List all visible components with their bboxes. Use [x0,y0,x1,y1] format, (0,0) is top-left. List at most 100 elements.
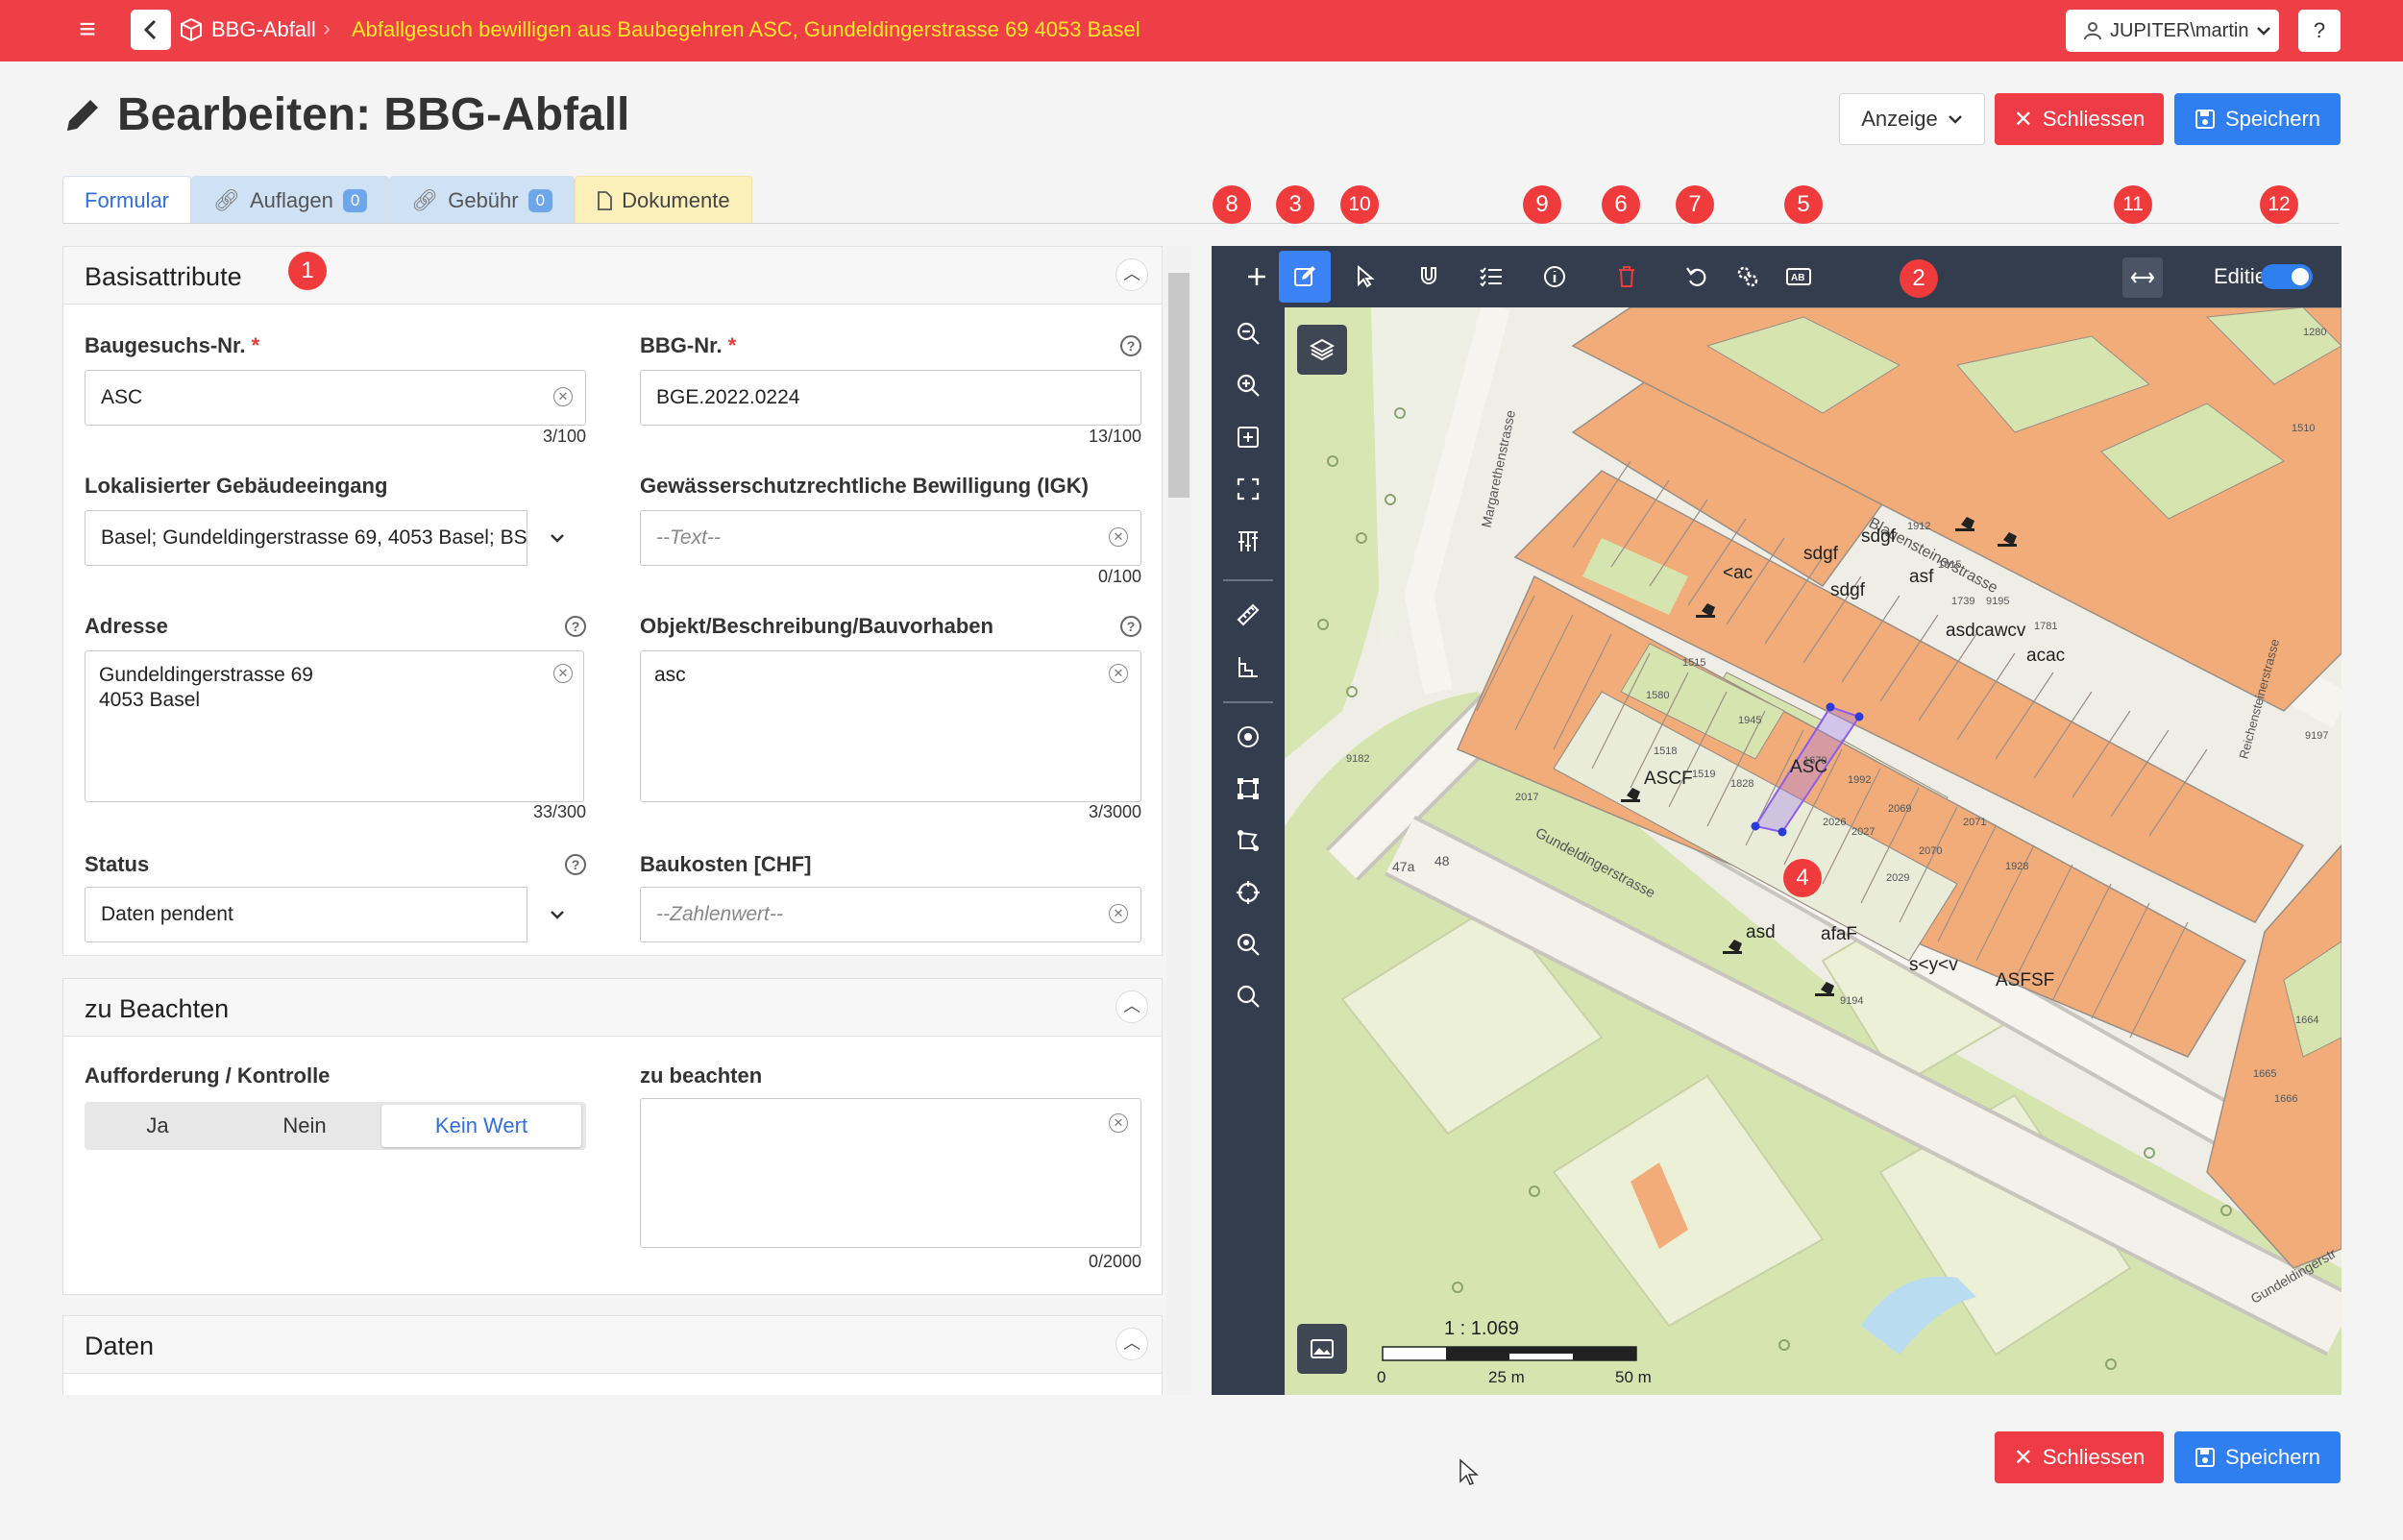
tab-gebuehr[interactable]: 🔗︎ Gebühr 0 [389,176,576,224]
clear-icon[interactable]: ✕ [1109,1113,1128,1133]
fullscreen-icon[interactable] [1222,463,1274,515]
zoom-search-icon[interactable] [1222,918,1274,970]
parcel-number: 1665 [2253,1068,2277,1080]
dropdown-button[interactable] [527,510,586,566]
app-name[interactable]: BBG-Abfall [211,17,316,42]
chevron-down-icon [1948,115,1962,124]
info-icon[interactable] [1529,251,1581,303]
tab-formular[interactable]: Formular [62,176,192,224]
collapse-chevron-icon[interactable]: ︿ [1116,1328,1148,1360]
zoom-in-icon[interactable] [1222,359,1274,411]
help-circle-icon[interactable]: ? [565,616,586,637]
document-icon [598,190,612,210]
snap-magnet-icon[interactable] [1403,251,1455,303]
draw-pencil-icon[interactable] [1279,251,1331,303]
parcel-number: 1515 [1682,657,1706,669]
objekt-textarea[interactable]: asc [640,650,1141,802]
gebaeude-label: Lokalisierter Gebäudeeingang [85,474,388,498]
svg-text:AB: AB [1791,273,1804,283]
user-icon [2084,22,2101,40]
option-ja[interactable]: Ja [87,1105,228,1147]
add-tool-icon[interactable] [1231,251,1283,303]
zu-beachten-textarea[interactable] [640,1098,1141,1248]
option-nein[interactable]: Nein [228,1105,381,1147]
option-kein-wert[interactable]: Kein Wert [381,1105,581,1147]
tab-auflagen[interactable]: 🔗︎ Auflagen 0 [191,176,390,224]
map-canvas[interactable]: Margarethenstrasse Blauensteinerstrasse … [1285,307,2342,1395]
parcel-number: 1664 [2295,1014,2319,1026]
collapse-chevron-icon[interactable]: ︿ [1116,990,1148,1023]
help-circle-icon[interactable]: ? [1120,616,1141,637]
dropdown-button[interactable] [527,887,586,942]
gears-icon[interactable] [1722,251,1774,303]
close-button-top[interactable]: ✕ Schliessen [1995,93,2164,145]
section-header[interactable]: zu Beachten ︿ [63,979,1162,1037]
baukosten-input[interactable]: --Zahlenwert-- [640,887,1141,942]
back-button[interactable] [131,10,171,50]
tab-dokumente[interactable]: Dokumente [575,176,752,224]
scrollbar-thumb[interactable] [1168,273,1189,498]
section-basisattribute: Basisattribute ︿ Baugesuchs-Nr. * ASC ✕ … [62,246,1163,956]
clear-icon[interactable]: ✕ [1109,904,1128,923]
section-zu-beachten: zu Beachten ︿ Aufforderung / Kontrolle J… [62,978,1163,1295]
clear-icon[interactable]: ✕ [553,387,573,406]
bbg-input[interactable]: BGE.2022.0224 [640,370,1141,426]
close-icon: ✕ [2013,106,2033,133]
polygon-edit-icon[interactable] [1222,815,1274,867]
feature-label: asf [1909,567,1934,587]
feature-label: acac [2026,646,2066,666]
adresse-textarea[interactable]: Gundeldingerstrasse 69 4053 Basel [85,650,584,802]
baugesuch-input[interactable]: ASC [85,370,586,426]
close-label: Schliessen [2042,107,2146,131]
base-map [1285,307,2342,1395]
search-icon[interactable] [1222,970,1274,1022]
select-cursor-icon[interactable] [1339,251,1391,303]
area-measure-icon[interactable] [1222,641,1274,693]
point-target-icon[interactable] [1222,711,1274,763]
zoom-out-icon[interactable] [1222,307,1274,359]
ruler-icon[interactable] [1222,589,1274,641]
basemap-toggle-button[interactable] [1297,1324,1347,1374]
layers-button[interactable] [1297,325,1347,375]
zoom-box-icon[interactable] [1222,411,1274,463]
hamburger-menu-icon[interactable]: ≡ [71,15,104,48]
parcel-number: 2069 [1888,803,1912,815]
label-icon[interactable]: AB [1773,251,1825,303]
section-header[interactable]: Basisattribute ︿ [63,247,1162,305]
section-header[interactable]: Daten ︿ [63,1316,1162,1374]
clear-icon[interactable]: ✕ [1109,664,1128,683]
checklist-icon[interactable] [1465,251,1517,303]
anzeige-dropdown[interactable]: Anzeige [1839,93,1985,145]
help-circle-icon[interactable]: ? [565,854,586,875]
help-circle-icon[interactable]: ? [1120,335,1141,356]
help-button[interactable]: ? [2298,10,2341,52]
status-select[interactable]: Daten pendent [85,887,586,942]
undo-icon[interactable] [1671,251,1723,303]
swap-panels-icon[interactable] [2122,257,2163,298]
clear-icon[interactable]: ✕ [553,664,573,683]
mouse-cursor-icon [1459,1458,1479,1485]
feature-label: sdgf [1803,544,1838,564]
tools-icon[interactable] [1222,515,1274,567]
clear-icon[interactable]: ✕ [1109,527,1128,547]
save-button-bottom[interactable]: Speichern [2174,1431,2341,1483]
igk-input[interactable]: --Text-- [640,510,1141,566]
crosshair-icon[interactable] [1222,867,1274,918]
pencil-icon [67,99,98,131]
close-button-bottom[interactable]: ✕ Schliessen [1995,1431,2164,1483]
form-panel[interactable]: Basisattribute ︿ Baugesuchs-Nr. * ASC ✕ … [62,246,1192,1395]
char-counter: 33/300 [532,802,586,821]
toolbar-divider [1223,579,1273,581]
collapse-chevron-icon[interactable]: ︿ [1116,258,1148,291]
parcel-number: 1828 [1730,778,1754,790]
trash-icon[interactable] [1601,251,1653,303]
user-menu-button[interactable]: JUPITER\martin [2066,10,2279,52]
marker-4: 4 [1783,859,1822,897]
save-button-top[interactable]: Speichern [2174,93,2341,145]
section-title: zu Beachten [85,994,230,1023]
edit-mode-toggle[interactable] [2261,264,2313,289]
gebaeude-select[interactable]: Basel; Gundeldingerstrasse 69, 4053 Base… [85,510,586,566]
polygon-icon[interactable] [1222,763,1274,815]
section-daten: Daten ︿ [62,1315,1163,1395]
tab-label: Auflagen [249,187,333,212]
